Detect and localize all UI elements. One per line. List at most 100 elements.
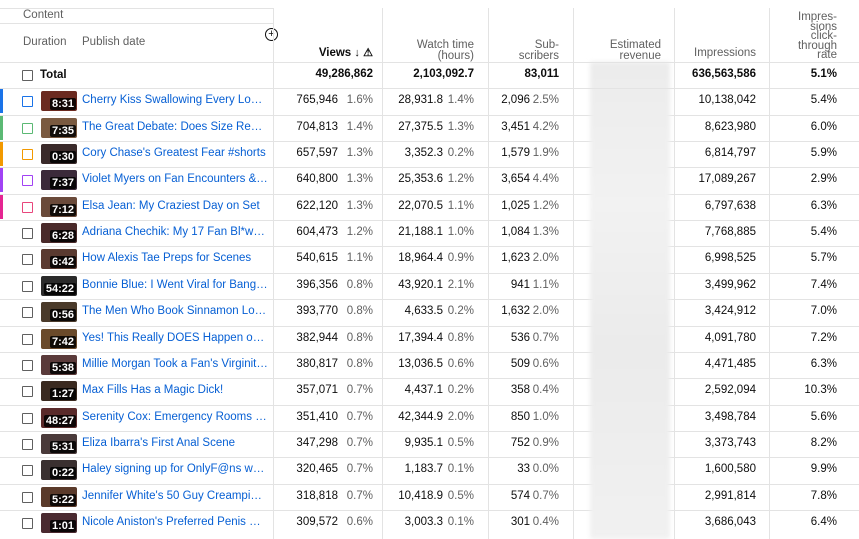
duration-header[interactable]: Duration xyxy=(23,36,66,48)
impressions-value: 7,768,885 xyxy=(704,226,756,239)
subscribers-percent: 2.0% xyxy=(532,252,559,265)
subscribers-percent: 0.9% xyxy=(532,436,559,449)
video-title-link[interactable]: Adriana Chechik: My 17 Fan Bl*wbang xyxy=(82,226,268,238)
row-checkbox[interactable] xyxy=(22,149,33,161)
video-thumbnail[interactable]: 7:42 xyxy=(41,328,77,349)
table-row[interactable]: 7:12 Elsa Jean: My Craziest Day on Set 6… xyxy=(0,193,859,220)
row-checkbox[interactable] xyxy=(22,359,33,371)
video-thumbnail[interactable]: 1:01 xyxy=(41,512,77,533)
watch-time-value: 13,036.5 xyxy=(398,357,443,370)
video-thumbnail[interactable]: 1:27 xyxy=(41,381,77,402)
ctr-header[interactable]: Impres- sions click- through rate xyxy=(770,11,837,61)
impressions-header[interactable]: Impressions xyxy=(680,47,756,59)
watch-time-value: 3,003.3 xyxy=(404,515,443,528)
table-row[interactable]: 54:22 Bonnie Blue: I Went Viral for Bang… xyxy=(0,272,859,299)
table-row[interactable]: 7:35 The Great Debate: Does Size Really … xyxy=(0,114,859,141)
row-checkbox[interactable] xyxy=(22,386,33,398)
video-thumbnail[interactable]: 8:31 xyxy=(41,91,77,112)
video-title-link[interactable]: Serenity Cox: Emergency Rooms to Ero... xyxy=(82,411,268,423)
video-thumbnail[interactable]: 7:37 xyxy=(41,170,77,191)
row-divider xyxy=(0,404,859,406)
total-ctr: 5.1% xyxy=(810,68,837,80)
table-row[interactable]: 6:42 How Alexis Tae Preps for Scenes 540… xyxy=(0,246,859,272)
row-checkbox[interactable] xyxy=(22,412,33,424)
row-checkbox[interactable] xyxy=(22,175,33,187)
watch-time-value: 25,353.6 xyxy=(398,173,443,186)
video-title-link[interactable]: How Alexis Tae Preps for Scenes xyxy=(82,252,268,264)
row-checkbox[interactable] xyxy=(22,438,33,450)
select-all-checkbox[interactable] xyxy=(22,70,33,81)
subscribers-header[interactable]: Sub- scribers xyxy=(495,39,559,62)
video-title-link[interactable]: The Men Who Book Sinnamon Love #s... xyxy=(82,305,268,317)
table-row[interactable]: 5:22 Jennifer White's 50 Guy Creampie Sc… xyxy=(0,483,859,510)
sort-down-icon[interactable]: ↓ xyxy=(354,47,360,59)
row-checkbox[interactable] xyxy=(22,122,33,134)
video-thumbnail[interactable]: 6:42 xyxy=(41,249,77,270)
video-thumbnail[interactable]: 5:22 xyxy=(41,486,77,507)
row-checkbox[interactable] xyxy=(22,201,33,213)
row-checkbox[interactable] xyxy=(22,96,33,108)
watch-time-percent: 1.2% xyxy=(447,173,474,186)
video-title-link[interactable]: Cory Chase's Greatest Fear #shorts xyxy=(82,147,268,159)
table-row[interactable]: 7:37 Violet Myers on Fan Encounters & Fa… xyxy=(0,167,859,193)
video-title-link[interactable]: Elsa Jean: My Craziest Day on Set xyxy=(82,200,268,212)
video-thumbnail[interactable]: 48:27 xyxy=(41,407,77,428)
watch-time-percent: 0.1% xyxy=(447,463,474,476)
row-checkbox[interactable] xyxy=(22,280,33,292)
video-thumbnail[interactable]: 5:38 xyxy=(41,354,77,375)
video-title-link[interactable]: Eliza Ibarra's First Anal Scene xyxy=(82,437,268,449)
video-title-link[interactable]: Violet Myers on Fan Encounters & Fame xyxy=(82,173,268,185)
views-percent: 0.7% xyxy=(346,489,373,502)
video-title-link[interactable]: Cherry Kiss Swallowing Every Load at t..… xyxy=(82,94,268,106)
table-row[interactable]: 0:56 The Men Who Book Sinnamon Love #s..… xyxy=(0,299,859,325)
row-checkbox[interactable] xyxy=(22,228,33,240)
video-duration: 1:27 xyxy=(49,388,76,401)
video-title-link[interactable]: Jennifer White's 50 Guy Creampie Scen... xyxy=(82,490,268,502)
subscribers-percent: 0.7% xyxy=(532,331,559,344)
views-value: 320,465 xyxy=(296,463,338,476)
table-row[interactable]: 5:38 Millie Morgan Took a Fan's Virginit… xyxy=(0,351,859,378)
video-thumbnail[interactable]: 0:56 xyxy=(41,302,77,323)
video-thumbnail[interactable]: 0:22 xyxy=(41,460,77,481)
watch-time-header[interactable]: Watch time (hours) xyxy=(386,39,474,62)
video-title-link[interactable]: Bonnie Blue: I Went Viral for Banging O.… xyxy=(82,279,268,291)
video-title-link[interactable]: The Great Debate: Does Size Really Ma... xyxy=(82,121,268,133)
row-checkbox[interactable] xyxy=(22,491,33,503)
ctr-value: 2.9% xyxy=(810,173,837,186)
video-title-link[interactable]: Haley signing up for OnlyF@ns would ... xyxy=(82,463,268,475)
table-row[interactable]: 1:01 Nicole Aniston's Preferred Penis Si… xyxy=(0,509,859,536)
video-title-link[interactable]: Yes! This Really DOES Happen on a Por... xyxy=(82,332,268,344)
views-percent: 1.1% xyxy=(346,252,373,265)
subscribers-percent: 0.0% xyxy=(532,463,559,476)
row-checkbox[interactable] xyxy=(22,465,33,477)
video-title-link[interactable]: Millie Morgan Took a Fan's Virginity on … xyxy=(82,358,268,370)
video-thumbnail[interactable]: 7:35 xyxy=(41,117,77,138)
table-row[interactable]: 5:31 Eliza Ibarra's First Anal Scene 347… xyxy=(0,430,859,457)
table-row[interactable]: 6:28 Adriana Chechik: My 17 Fan Bl*wbang… xyxy=(0,220,859,246)
publish-date-header[interactable]: Publish date xyxy=(82,36,145,48)
row-checkbox[interactable] xyxy=(22,254,33,266)
video-duration: 6:42 xyxy=(49,256,76,269)
table-row[interactable]: 1:27 Max Fills Has a Magic Dick! 357,071… xyxy=(0,378,859,404)
revenue-header[interactable]: Estimated revenue xyxy=(585,39,661,62)
video-thumbnail[interactable]: 5:31 xyxy=(41,433,77,454)
video-thumbnail[interactable]: 54:22 xyxy=(41,275,77,296)
video-title-link[interactable]: Max Fills Has a Magic Dick! xyxy=(82,384,268,396)
series-color-bar xyxy=(0,115,3,140)
row-checkbox[interactable] xyxy=(22,307,33,319)
views-header[interactable]: Views ↓ ⚠ xyxy=(276,47,373,59)
subscribers-value: 301 xyxy=(510,515,530,528)
video-thumbnail[interactable]: 0:30 xyxy=(41,144,77,165)
video-thumbnail[interactable]: 7:12 xyxy=(41,196,77,217)
table-row[interactable]: 7:42 Yes! This Really DOES Happen on a P… xyxy=(0,325,859,352)
table-row[interactable]: 0:30 Cory Chase's Greatest Fear #shorts … xyxy=(0,141,859,167)
video-thumbnail[interactable]: 6:28 xyxy=(41,223,77,244)
table-row[interactable]: 0:22 Haley signing up for OnlyF@ns would… xyxy=(0,457,859,483)
table-row[interactable]: 48:27 Serenity Cox: Emergency Rooms to E… xyxy=(0,404,859,431)
table-row[interactable]: 8:31 Cherry Kiss Swallowing Every Load a… xyxy=(0,88,859,114)
views-percent: 0.8% xyxy=(346,331,373,344)
add-column-icon[interactable]: + xyxy=(265,28,278,41)
row-checkbox[interactable] xyxy=(22,333,33,345)
row-checkbox[interactable] xyxy=(22,517,33,529)
video-title-link[interactable]: Nicole Aniston's Preferred Penis Size xyxy=(82,516,268,528)
